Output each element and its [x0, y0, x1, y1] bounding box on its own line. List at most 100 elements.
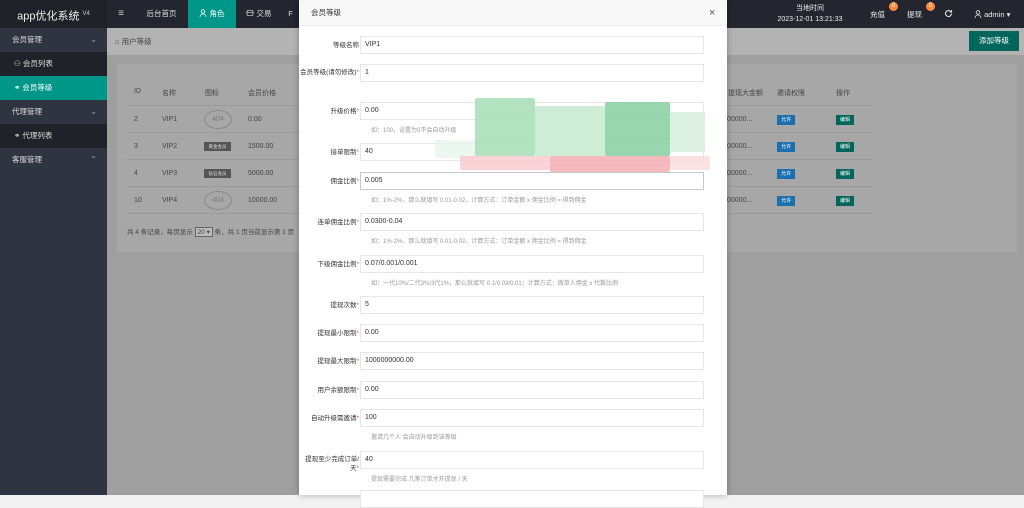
chevron-up-icon: ⌃	[90, 155, 97, 164]
field-label: 提现最大限制*	[317, 358, 359, 365]
user-icon	[200, 9, 207, 18]
table-row-id: 3	[134, 143, 138, 150]
field-hint: 如：一代10%/二代3%/3代1%，那么就填写 0.1/0.03/0.01；计算…	[371, 281, 619, 287]
table-row-price: 5000.00	[248, 170, 274, 177]
auto-upgrade-invite-input[interactable]: 100	[360, 409, 704, 427]
sidebar-item-member-mgmt[interactable]: 会员管理 ⌄	[0, 28, 107, 52]
table-row-name: VIP4	[162, 197, 178, 204]
col-header-op: 操作	[836, 90, 850, 97]
chevron-down-icon: ⌄	[90, 107, 97, 116]
level-name-input[interactable]: VIP1	[360, 36, 704, 54]
allow-button[interactable]: 允许	[777, 169, 795, 179]
edit-button[interactable]: 编辑	[836, 169, 854, 179]
time-value: 2023-12-01 13:21:33	[777, 16, 843, 23]
table-row-price: 10000.00	[248, 197, 278, 204]
level-number-input[interactable]: 1	[360, 64, 704, 82]
table-row-price: 0.00	[248, 116, 262, 123]
edit-button[interactable]: 编辑	[836, 115, 854, 125]
col-header-icon: 图标	[205, 90, 219, 97]
field-label: 接单限制*	[330, 149, 359, 156]
table-row-name: VIP3	[162, 170, 178, 177]
link-icon: ⚭	[14, 83, 21, 92]
col-header-name: 名称	[162, 90, 176, 97]
sidebar-item-member-list[interactable]: ⚇ 会员列表	[0, 52, 107, 76]
col-header-price: 会员价格	[248, 90, 276, 97]
withdraw-max-input[interactable]: 1000000000.00	[360, 352, 704, 370]
sidebar: 会员管理 ⌄ ⚇ 会员列表 ⚭ 会员等级 代理管理 ⌄ ⚭ 代理列表 客服管理 ⌃	[0, 28, 107, 495]
table-row-max: 00000...	[727, 197, 753, 204]
table-row-max: 00000...	[727, 170, 753, 177]
field-hint: 如：1%-2%，那么就填写 0.01-0.02，计算方式：订单金额 x 佣金比例…	[371, 198, 587, 204]
app-name: app优化系统	[17, 10, 80, 23]
sidebar-item-agent-list[interactable]: ⚭ 代理列表	[0, 124, 107, 148]
field-label: 用户余额限制*	[317, 387, 359, 394]
balance-limit-input[interactable]: 0.00	[360, 381, 704, 399]
app-version: V4	[82, 11, 90, 17]
col-header-max: 提现大金额	[728, 90, 763, 97]
add-level-button[interactable]: 添加等级	[969, 31, 1019, 51]
tab-home[interactable]: 后台首页	[135, 0, 188, 28]
withdraw-count-input[interactable]: 5	[360, 296, 704, 314]
allow-button[interactable]: 允许	[777, 115, 795, 125]
recharge-badge: 0	[889, 2, 898, 11]
tab-trade[interactable]: 交易	[236, 0, 282, 28]
sidebar-item-member-level[interactable]: ⚭ 会员等级	[0, 76, 107, 100]
level-tag-image: 钻石会员	[204, 169, 231, 178]
broken-image-icon: 404	[204, 110, 232, 129]
level-edit-modal: 会员等级 × 等级名称 VIP1 会员等级(请勿修改)* 1 升级价格* 0.0…	[299, 0, 727, 508]
table-row-id: 10	[134, 197, 142, 204]
menu-toggle-icon[interactable]: ≡	[107, 0, 135, 28]
withdraw-link[interactable]: 提现	[907, 0, 922, 28]
close-icon[interactable]: ×	[709, 0, 715, 26]
refresh-icon[interactable]	[944, 0, 953, 28]
table-row-id: 2	[134, 116, 138, 123]
field-label: 等级名称	[333, 42, 359, 49]
chevron-down-icon: ▾	[1006, 10, 1011, 19]
edit-button[interactable]: 编辑	[836, 142, 854, 152]
min-orders-input[interactable]: 40	[360, 451, 704, 469]
redaction-mosaic	[435, 98, 720, 186]
field-hint: 如：1%-2%，那么就填写 0.01-0.02，计算方式：订单金额 x 佣金比例…	[371, 239, 587, 245]
table-row-max: 00000...	[727, 143, 753, 150]
sidebar-item-agent-mgmt[interactable]: 代理管理 ⌄	[0, 100, 107, 124]
tab-more[interactable]: F	[282, 0, 299, 28]
allow-button[interactable]: 允许	[777, 142, 795, 152]
field-label: 提现最小限制*	[317, 330, 359, 337]
field-label: 连单佣金比例*	[317, 219, 359, 226]
tab-role[interactable]: 角色	[188, 0, 236, 28]
pagination: 共 4 条记录，每页显示 20 ▾ 条，共 1 页当前显示第 1 页	[127, 226, 294, 237]
combo-commission-input[interactable]: 0.0300-0.04	[360, 213, 704, 231]
table-row-name: VIP2	[162, 143, 178, 150]
edit-button[interactable]: 编辑	[836, 196, 854, 206]
broken-image-icon: 404	[204, 191, 232, 210]
allow-button[interactable]: 允许	[777, 196, 795, 206]
breadcrumb-current: 用户等级	[121, 37, 152, 46]
username: admin	[984, 10, 1005, 19]
user-icon: ⚇	[14, 59, 21, 68]
field-hint: 提现需要完成 几笔订单才开提现 / 天	[371, 477, 468, 483]
page-size-select[interactable]: 20 ▾	[194, 227, 213, 237]
field-label: 提现次数*	[330, 302, 359, 309]
user-icon	[974, 10, 982, 19]
next-field-input[interactable]	[360, 490, 704, 508]
user-menu[interactable]: admin ▾	[974, 0, 1010, 28]
sub-commission-input[interactable]: 0.07/0.001/0.001	[360, 255, 704, 273]
modal-title: 会员等级	[299, 0, 727, 26]
table-row-max: 00000...	[727, 116, 753, 123]
link-icon: ⚭	[14, 131, 21, 140]
field-label: 升级价格*	[330, 108, 359, 115]
table-row-price: 1500.00	[248, 143, 274, 150]
field-label: 下级佣金比例*	[317, 261, 359, 268]
recharge-link[interactable]: 充值	[870, 0, 885, 28]
col-header-perm: 邀请权限	[777, 90, 805, 97]
app-logo[interactable]: app优化系统 V4	[0, 0, 107, 28]
local-time: 当地时间 2023-12-01 13:21:33	[760, 3, 860, 25]
table-row-id: 4	[134, 170, 138, 177]
pager-prefix: 共 4 条记录，每页显示	[127, 229, 193, 236]
col-header-id: ID	[134, 88, 141, 95]
sidebar-item-service-mgmt[interactable]: 客服管理 ⌃	[0, 148, 107, 172]
withdraw-min-input[interactable]: 0.00	[360, 324, 704, 342]
table-row-name: VIP1	[162, 116, 178, 123]
withdraw-badge: 0	[926, 2, 935, 11]
field-label: 佣金比例*	[330, 178, 359, 185]
